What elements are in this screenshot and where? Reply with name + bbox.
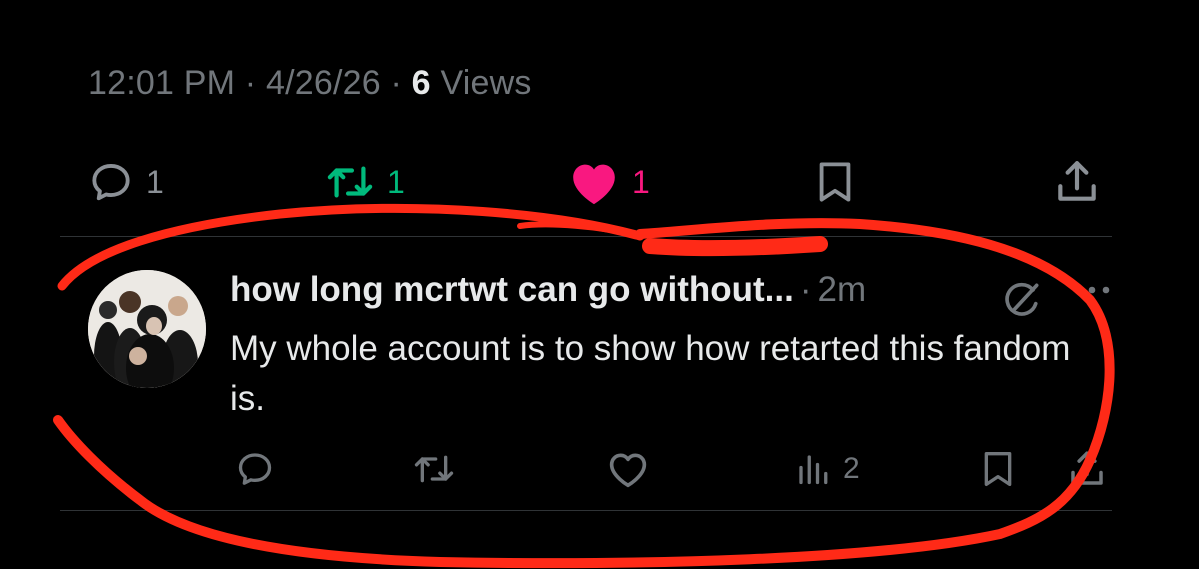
reply-count: 1 <box>146 163 164 200</box>
reply-bookmark-button[interactable] <box>978 444 1018 494</box>
like-icon <box>609 453 647 488</box>
divider <box>60 510 1112 511</box>
views-icon <box>799 455 828 485</box>
like-count: 1 <box>632 163 650 200</box>
reply-like-button[interactable] <box>606 444 650 494</box>
reply-icon <box>238 453 272 485</box>
reply-views-count: 2 <box>843 452 860 485</box>
share-icon <box>1071 451 1103 485</box>
reply-views-button[interactable]: 2 <box>795 444 860 494</box>
reply-reply-button[interactable] <box>235 444 275 494</box>
repost-button[interactable]: 1 <box>325 152 405 212</box>
views-label: Views <box>440 64 532 102</box>
grok-icon <box>1005 282 1039 316</box>
meta-separator: · <box>244 64 257 102</box>
reply-time[interactable]: 2m <box>818 270 867 310</box>
reply-author-name[interactable]: how long mcrtwt can go without... <box>230 270 794 310</box>
reply-item[interactable]: how long mcrtwt can go without... · 2m M… <box>0 240 1199 515</box>
share-icon <box>1058 161 1096 201</box>
bookmark-button[interactable] <box>812 152 858 212</box>
reply-time-separator: · <box>799 270 812 309</box>
reply-text: My whole account is to show how retarted… <box>230 329 1071 418</box>
repost-icon <box>327 166 373 198</box>
more-icon <box>1074 286 1110 294</box>
bookmark-icon <box>984 452 1012 486</box>
post-action-bar: 1 1 1 <box>0 152 1199 212</box>
reply-action-bar: 2 <box>0 444 1199 494</box>
post-time: 12:01 PM <box>88 64 236 102</box>
reply-button[interactable]: 1 <box>88 152 164 212</box>
repost-count: 1 <box>387 163 405 200</box>
reply-header: how long mcrtwt can go without... · 2m <box>230 270 866 310</box>
repost-icon <box>414 455 454 483</box>
like-button[interactable]: 1 <box>568 152 650 212</box>
avatar-photo-icon <box>88 270 206 388</box>
like-icon <box>573 164 615 205</box>
divider <box>60 236 1112 237</box>
views-count: 6 <box>411 64 431 102</box>
post-date: 4/26/26 <box>265 64 381 102</box>
avatar[interactable] <box>88 270 206 388</box>
more-button[interactable] <box>1070 280 1114 305</box>
meta-separator: · <box>390 64 403 102</box>
share-button[interactable] <box>1052 152 1102 212</box>
grok-button[interactable] <box>1000 278 1044 327</box>
bookmark-icon <box>819 162 851 202</box>
post-metadata: 12:01 PM · 4/26/26 · 6 Views <box>88 64 532 103</box>
reply-icon <box>92 163 130 201</box>
reply-repost-button[interactable] <box>412 444 456 494</box>
reply-share-button[interactable] <box>1066 444 1108 494</box>
